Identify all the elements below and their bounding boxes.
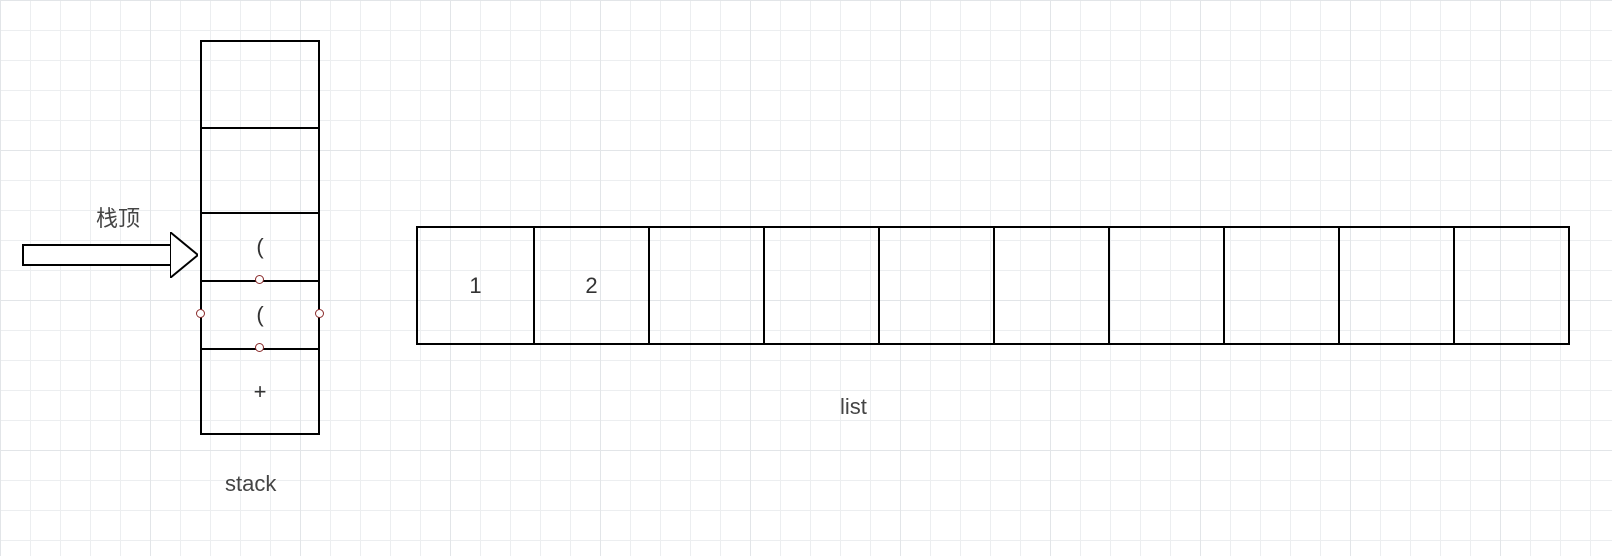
list-cell: 1 xyxy=(418,228,533,343)
list-cell xyxy=(1108,228,1223,343)
stack: ( ( + xyxy=(200,40,320,435)
selection-dot xyxy=(315,309,324,318)
stack-cell: + xyxy=(202,348,318,433)
list-label: list xyxy=(840,394,867,420)
stack-cell xyxy=(202,42,318,127)
stack-cell xyxy=(202,127,318,212)
list-cell: 2 xyxy=(533,228,648,343)
list-cell xyxy=(878,228,993,343)
list-cell xyxy=(1338,228,1453,343)
stack-top-label: 栈顶 xyxy=(96,201,140,233)
list-cell xyxy=(648,228,763,343)
list-cell xyxy=(993,228,1108,343)
list-cell xyxy=(1223,228,1338,343)
selection-dot xyxy=(255,343,264,352)
stack-cell: ( xyxy=(202,280,318,348)
list-cell xyxy=(763,228,878,343)
stack-cell: ( xyxy=(202,212,318,280)
stack-label: stack xyxy=(225,471,276,497)
selection-dot xyxy=(255,275,264,284)
selection-dot xyxy=(196,309,205,318)
list-cell xyxy=(1453,228,1568,343)
list: 1 2 xyxy=(416,226,1570,345)
stack-top-arrow xyxy=(22,232,198,278)
